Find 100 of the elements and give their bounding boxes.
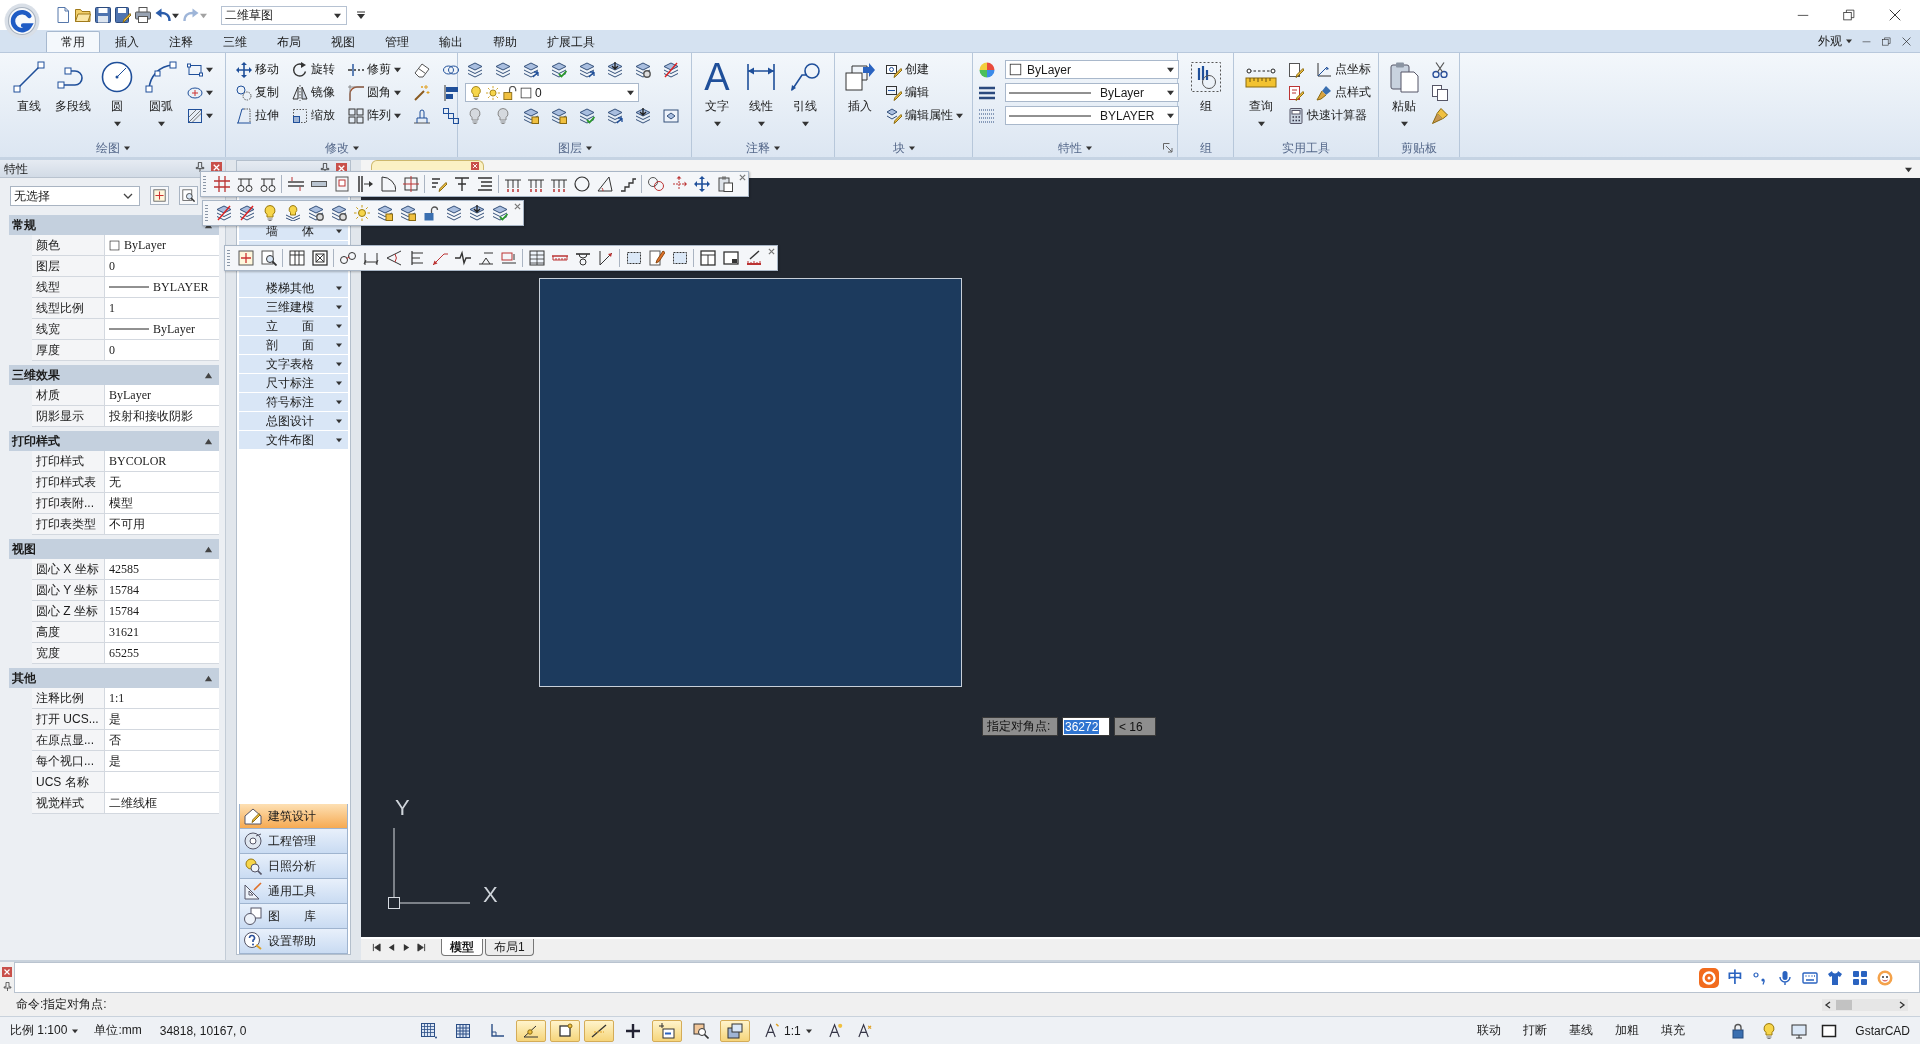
palette-item[interactable]: 尺寸标注 [239, 374, 348, 393]
ribbon-button[interactable]: 复制 [234, 82, 281, 103]
mode-button[interactable]: 加粗 [1613, 1019, 1642, 1042]
ribbon-button[interactable]: A 文字 [697, 58, 737, 127]
mode-button[interactable]: 联动 [1475, 1019, 1504, 1042]
mode-button[interactable]: 基线 [1567, 1019, 1596, 1042]
select-objects-button[interactable] [179, 186, 198, 205]
palette-item[interactable]: 文字表格 [239, 355, 348, 374]
selection-dropdown[interactable]: 无选择 [10, 186, 140, 206]
palette-item[interactable]: 总图设计 [239, 412, 348, 431]
toolbar-grip[interactable] [205, 205, 208, 221]
color-dropdown[interactable]: ByLayer [1005, 60, 1179, 79]
status-toggle[interactable] [720, 1019, 750, 1042]
section-header[interactable]: 常规 [9, 215, 219, 235]
palette-category[interactable]: 设置帮助 [239, 929, 348, 954]
palette-item[interactable]: 三维建模 [239, 298, 348, 317]
ribbon-button[interactable]: 阵列 [346, 105, 403, 126]
scale-menu[interactable]: 比例 1:100 [8, 1019, 81, 1042]
palette-category[interactable]: 工程管理 [239, 829, 348, 854]
mode-button[interactable]: 填充 [1659, 1019, 1688, 1042]
ribbon-button[interactable]: 圆弧 [141, 58, 181, 127]
layout-tab[interactable]: 模型 [441, 939, 483, 956]
tool-button[interactable] [441, 82, 461, 103]
ribbon-button[interactable]: 编辑属性 [884, 105, 965, 126]
status-toggle[interactable] [516, 1019, 546, 1042]
ribbon-button[interactable]: 插入 [840, 58, 880, 115]
ribbon-button[interactable]: 圆 [97, 58, 137, 127]
section-header[interactable]: 三维效果 [9, 365, 219, 385]
ribbon-button[interactable]: 创建 [884, 59, 931, 80]
palette-category[interactable]: 日照分析 [239, 854, 348, 879]
clipboard-page-icon [1388, 61, 1420, 93]
annotation-scale-menu[interactable]: 1:1 [762, 1019, 814, 1042]
status-toggle[interactable] [584, 1019, 614, 1042]
horizontal-scrollbar[interactable] [1822, 998, 1908, 1011]
palette-category[interactable]: 建筑设计 [239, 804, 348, 829]
tool-button[interactable] [1430, 82, 1450, 103]
ribbon-button[interactable]: 组 [1186, 58, 1226, 115]
tool-button[interactable] [1430, 59, 1450, 80]
drawing-canvas[interactable]: 指定对角点: 36272 < 16 Y X [361, 178, 1920, 939]
palette-item[interactable]: 立 面 [239, 317, 348, 336]
workspace-dropdown[interactable]: 二维草图 [221, 5, 347, 25]
line-dropdown[interactable]: ByLayer [1005, 83, 1179, 102]
ribbon-tab[interactable]: 三维 [208, 31, 262, 52]
ribbon-button[interactable]: 线性 [741, 58, 781, 127]
ribbon-tab[interactable]: 布局 [262, 31, 316, 52]
status-toggle[interactable] [652, 1019, 682, 1042]
ribbon-button[interactable]: 多段线 [53, 58, 93, 115]
palette-category[interactable]: 图 库 [239, 904, 348, 929]
ribbon-button[interactable]: 引线 [785, 58, 825, 127]
pickadd-button[interactable] [150, 186, 169, 205]
tool-button[interactable] [441, 105, 461, 126]
ribbon-button[interactable]: 查询 [1241, 58, 1281, 127]
ribbon-button[interactable]: 快速计算器 [1286, 105, 1369, 126]
input-mode[interactable]: 中 [1728, 968, 1743, 987]
status-toggle[interactable] [550, 1019, 580, 1042]
palette-item[interactable]: 符号标注 [239, 393, 348, 412]
palette-category[interactable]: 通用工具 [239, 879, 348, 904]
ribbon-button[interactable]: 缩放 [290, 105, 337, 126]
ribbon-button[interactable]: 旋转 [290, 59, 337, 80]
ribbon-button[interactable]: 编辑 [884, 82, 931, 103]
line-dropdown[interactable]: BYLAYER [1005, 106, 1179, 125]
tool-button[interactable] [633, 105, 653, 126]
palette-item[interactable]: 楼梯其他 [239, 279, 348, 298]
ribbon-button[interactable]: 粘贴 [1384, 58, 1424, 127]
ribbon-tab[interactable]: 帮助 [478, 31, 532, 52]
layout-tab[interactable]: 布局1 [485, 939, 534, 956]
section-header[interactable]: 其他 [9, 668, 219, 688]
palette-item[interactable]: 文件布图 [239, 431, 348, 450]
ribbon-button[interactable]: 移动 [234, 59, 281, 80]
ribbon-tab[interactable]: 常用 [46, 31, 100, 52]
ribbon-tab[interactable]: 插入 [100, 31, 154, 52]
swatch-icon [1009, 63, 1022, 76]
property-label: 宽度 [36, 644, 60, 662]
palette-item[interactable]: 剖 面 [239, 336, 348, 355]
tool-button[interactable] [605, 59, 625, 80]
value-field[interactable]: 36272 [1062, 717, 1110, 736]
ribbon-button[interactable]: 拉伸 [234, 105, 281, 126]
layer-dropdown[interactable]: 0 [465, 83, 639, 102]
angle-field[interactable]: < 16 [1114, 717, 1156, 736]
ribbon-button[interactable]: 修剪 [346, 59, 403, 80]
ribbon-tab[interactable]: 输出 [424, 31, 478, 52]
toolbar-grip[interactable] [203, 176, 206, 192]
appearance-menu[interactable]: 外观 [1814, 31, 1856, 51]
section-header[interactable]: 打印样式 [9, 431, 219, 451]
ribbon-button[interactable]: 圆角 [346, 82, 403, 103]
mode-button[interactable]: 打断 [1521, 1019, 1550, 1042]
ribbon-tab[interactable]: 视图 [316, 31, 370, 52]
ribbon-tab[interactable]: 管理 [370, 31, 424, 52]
tool-button[interactable] [412, 82, 432, 103]
ribbon-tab[interactable]: 扩展工具 [532, 31, 610, 52]
ribbon-button[interactable]: 直线 [9, 58, 49, 115]
toolbar-grip[interactable] [227, 250, 230, 266]
ribbon-tab[interactable]: 注释 [154, 31, 208, 52]
ribbon-button[interactable]: 点坐标 [1314, 59, 1373, 80]
dialog-launcher-button[interactable] [1163, 143, 1173, 153]
ribbon-button[interactable]: 点样式 [1314, 82, 1373, 103]
section-header[interactable]: 视图 [9, 539, 219, 559]
chevron-right-icon [1898, 1000, 1906, 1009]
document-tab[interactable] [371, 160, 484, 170]
ribbon-button[interactable]: 镜像 [290, 82, 337, 103]
